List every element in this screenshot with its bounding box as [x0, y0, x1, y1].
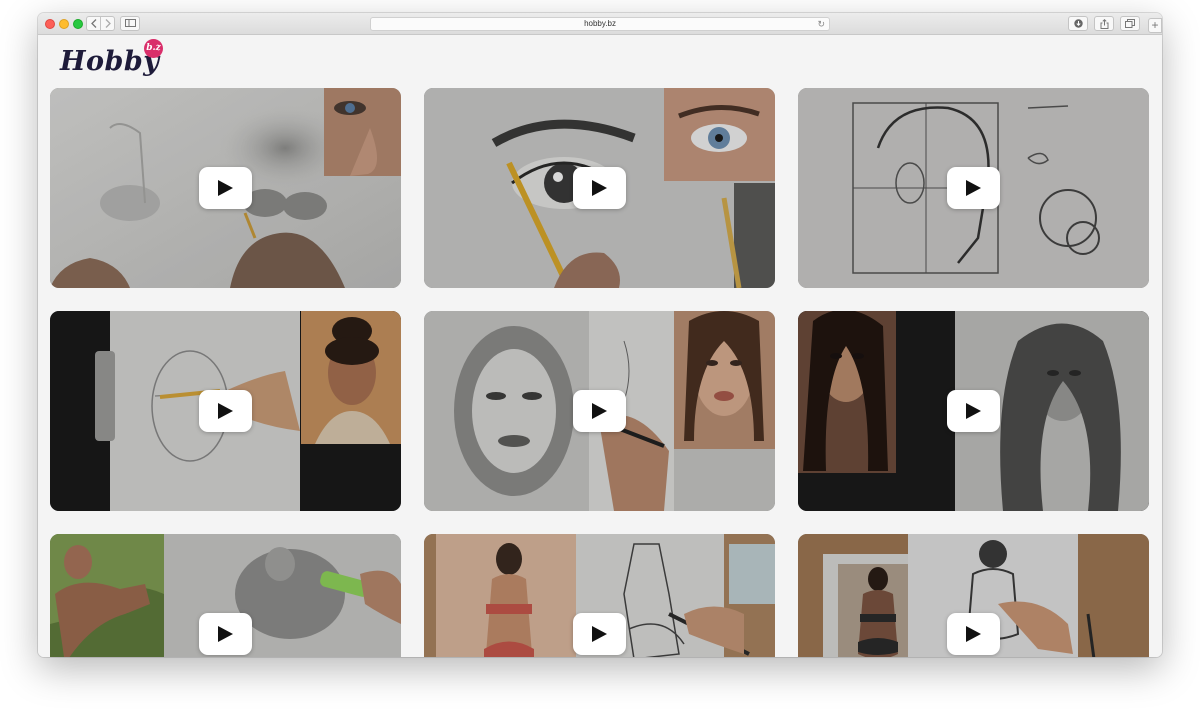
download-icon: [1073, 19, 1083, 28]
site-logo[interactable]: Hobby b.z: [60, 38, 170, 82]
video-card[interactable]: [424, 88, 775, 288]
url-text: hobby.bz: [584, 19, 616, 28]
share-icon: [1100, 19, 1108, 29]
share-button[interactable]: [1094, 16, 1114, 31]
chevron-left-icon: [90, 19, 96, 28]
play-icon: [218, 180, 233, 196]
chevron-right-icon: [105, 19, 111, 28]
play-button[interactable]: [199, 613, 252, 655]
address-bar[interactable]: hobby.bz ↻: [370, 17, 830, 31]
page-content: Hobby b.z: [38, 35, 1162, 657]
video-card[interactable]: [424, 534, 775, 657]
zoom-window-button[interactable]: [73, 19, 83, 29]
play-button[interactable]: [573, 613, 626, 655]
video-card[interactable]: [50, 534, 401, 657]
back-button[interactable]: [86, 16, 101, 31]
play-icon: [592, 626, 607, 642]
play-button[interactable]: [573, 167, 626, 209]
play-icon: [218, 403, 233, 419]
reload-icon[interactable]: ↻: [817, 19, 825, 29]
play-icon: [966, 180, 981, 196]
play-icon: [966, 403, 981, 419]
video-card[interactable]: [424, 311, 775, 511]
play-icon: [592, 180, 607, 196]
sidebar-toggle-button[interactable]: [120, 16, 140, 31]
minimize-window-button[interactable]: [59, 19, 69, 29]
play-button[interactable]: [947, 613, 1000, 655]
close-window-button[interactable]: [45, 19, 55, 29]
video-card[interactable]: [50, 311, 401, 511]
downloads-button[interactable]: [1068, 16, 1088, 31]
sidebar-icon: [124, 19, 136, 27]
play-icon: [592, 403, 607, 419]
play-icon: [218, 626, 233, 642]
play-button[interactable]: [573, 390, 626, 432]
video-card[interactable]: [798, 534, 1149, 657]
play-button[interactable]: [947, 390, 1000, 432]
video-card[interactable]: [798, 88, 1149, 288]
tabs-icon: [1125, 19, 1135, 28]
play-button[interactable]: [947, 167, 1000, 209]
play-icon: [966, 626, 981, 642]
play-button[interactable]: [199, 390, 252, 432]
tab-overview-button[interactable]: [1120, 16, 1140, 31]
forward-button[interactable]: [100, 16, 115, 31]
play-button[interactable]: [199, 167, 252, 209]
logo-badge: b.z: [144, 39, 163, 58]
browser-toolbar: hobby.bz ↻ +: [38, 13, 1162, 35]
video-card[interactable]: [50, 88, 401, 288]
video-card[interactable]: [798, 311, 1149, 511]
browser-window: hobby.bz ↻ + Hobby b.z: [38, 13, 1162, 657]
new-tab-button[interactable]: +: [1148, 18, 1162, 33]
